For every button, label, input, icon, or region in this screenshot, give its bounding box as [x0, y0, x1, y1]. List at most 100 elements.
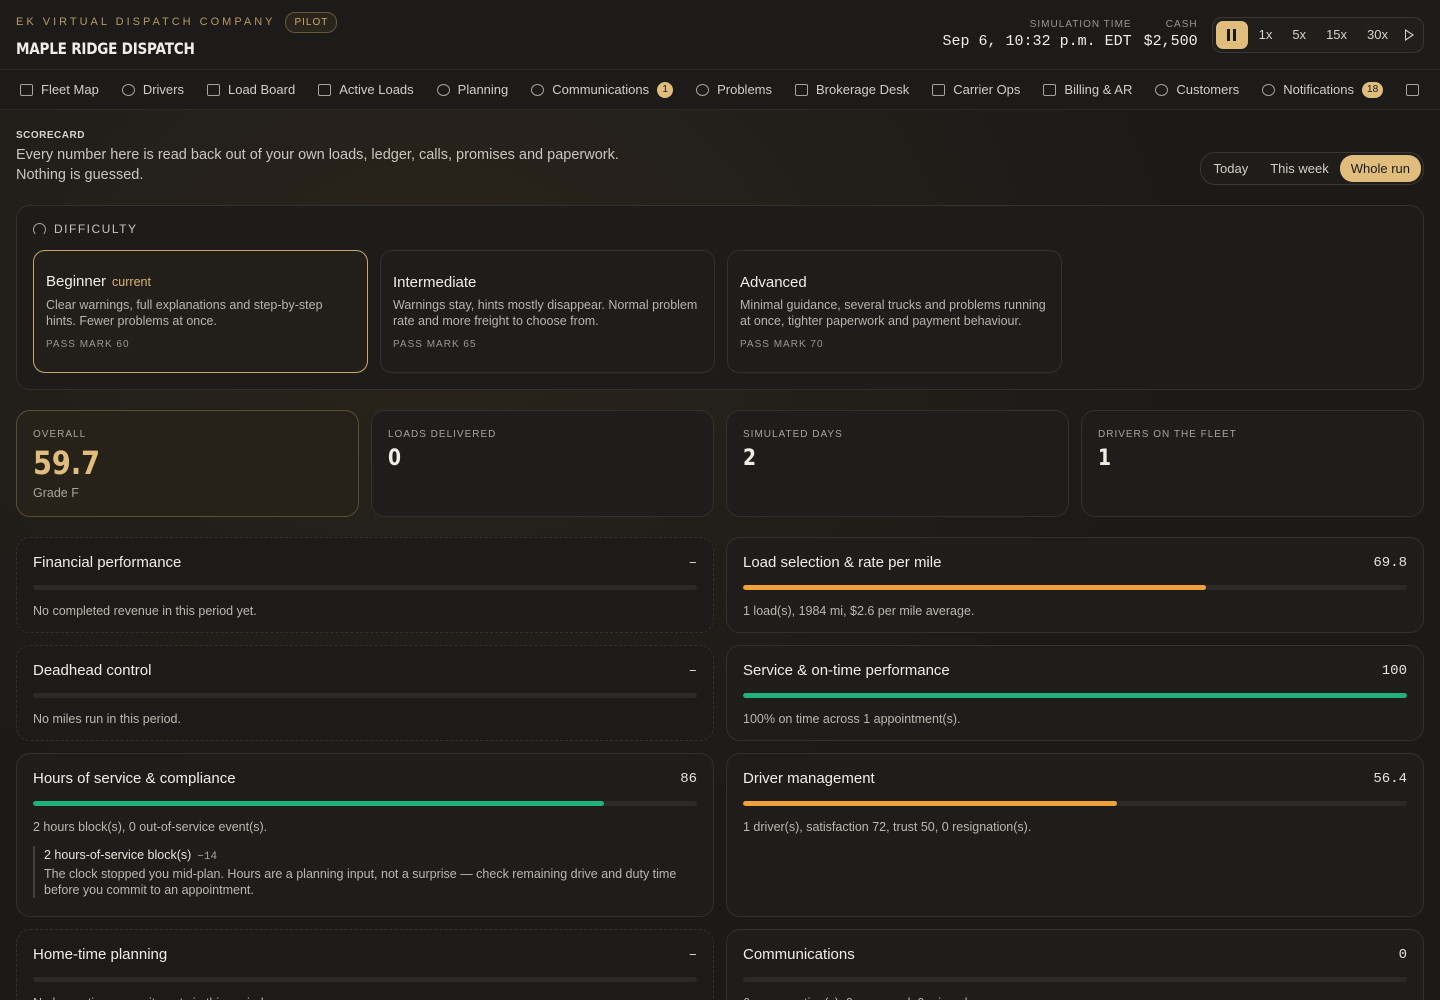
metric-card: Home-time planning – No home-time commitme…	[16, 929, 714, 1000]
metric-bar	[33, 801, 697, 806]
metric-bar-fill	[743, 801, 1118, 806]
metric-bar	[743, 693, 1407, 698]
nav-notifications[interactable]: Notifications 18	[1262, 81, 1384, 98]
section-kicker: SCORECARD	[16, 130, 85, 141]
company-name: EK VIRTUAL DISPATCH COMPANY	[16, 16, 276, 28]
period-week-button[interactable]: This week	[1259, 155, 1340, 182]
nav-fleet-map[interactable]: Fleet Map	[20, 82, 99, 97]
metric-note: No miles run in this period.	[33, 712, 181, 726]
pilot-badge: PILOT	[285, 11, 338, 33]
alert-icon	[696, 83, 710, 96]
difficulty-panel: DIFFICULTY Beginner current Clear warning…	[16, 205, 1424, 390]
metric-bar	[743, 977, 1407, 982]
metric-note: No home-time commitments in this period.	[33, 996, 697, 1000]
nav-customers[interactable]: Customers	[1155, 82, 1239, 97]
kpi-drivers: DRIVERS ON THE FLEET 1	[1081, 410, 1424, 517]
metric-bar	[33, 977, 697, 982]
pause-icon	[1227, 28, 1231, 41]
speed-1x-button[interactable]: 1x	[1250, 21, 1282, 48]
metric-title: Home-time planning	[33, 946, 168, 963]
metric-title: Communications	[743, 946, 855, 963]
nav-active-loads[interactable]: Active Loads	[318, 82, 414, 97]
metric-card: Communications 0 6 conversation(s), 0 answ…	[726, 929, 1424, 1000]
map-icon	[20, 83, 33, 96]
metric-note: 2 hours block(s), 0 out-of-service event…	[33, 820, 268, 834]
metric-score: 86	[680, 770, 697, 787]
metric-bar	[743, 801, 1407, 806]
metric-grid: Financial performance – No completed reven…	[16, 537, 1424, 1000]
compass-icon	[436, 83, 450, 96]
metric-title: Financial performance	[33, 554, 182, 571]
kpi-overall: OVERALL 59.7 Grade F	[16, 410, 359, 517]
metric-bar-fill	[33, 801, 605, 806]
metric-score: 100	[1381, 662, 1407, 679]
metric-note: No completed revenue in this period yet.	[33, 604, 257, 618]
metric-card: Service & on-time performance 100 100% on …	[726, 645, 1424, 741]
nav-communications[interactable]: Communications 1	[531, 81, 674, 98]
difficulty-title: DIFFICULTY	[54, 222, 138, 236]
period-today-button[interactable]: Today	[1203, 155, 1260, 182]
speed-30x-button[interactable]: 30x	[1358, 21, 1397, 48]
nav-carrier-ops[interactable]: Carrier Ops	[932, 82, 1020, 97]
gauge-icon	[33, 222, 46, 236]
clipboard-icon	[206, 83, 220, 96]
metric-score: 0	[1398, 946, 1407, 963]
invoice-icon	[1043, 83, 1057, 96]
kpi-row: OVERALL 59.7 Grade F LOADS DELIVERED 0 S…	[16, 410, 1424, 517]
kpi-simulated-days: SIMULATED DAYS 2	[726, 410, 1069, 517]
metric-title: Driver management	[743, 770, 875, 787]
headset-icon	[531, 83, 545, 96]
speed-5x-button[interactable]: 5x	[1283, 21, 1315, 48]
metric-note: 1 load(s), 1984 mi, $2.6 per mile averag…	[743, 604, 975, 618]
nav-brokerage-desk[interactable]: Brokerage Desk	[795, 82, 909, 97]
kpi-loads-delivered: LOADS DELIVERED 0	[371, 410, 714, 517]
nav-planning[interactable]: Planning	[436, 82, 508, 97]
communications-badge: 1	[657, 81, 674, 98]
difficulty-beginner[interactable]: Beginner current Clear warnings, full exp…	[33, 250, 368, 373]
building-icon	[1406, 83, 1420, 96]
metric-score: 56.4	[1373, 770, 1407, 787]
metric-note: 6 conversation(s), 0 answered, 0 missed.	[743, 996, 1407, 1000]
speed-15x-button[interactable]: 15x	[1317, 21, 1356, 48]
briefcase-icon	[795, 83, 809, 96]
metric-score: –	[688, 662, 697, 679]
nav-drivers[interactable]: Drivers	[121, 82, 184, 97]
handshake-icon	[1155, 83, 1169, 96]
period-toggle: Today This week Whole run	[1199, 152, 1424, 185]
metric-card: Load selection & rate per mile 69.8 1 load…	[726, 537, 1424, 633]
metric-note: 100% on time across 1 appointment(s).	[743, 712, 961, 726]
speed-control: 1x 5x 15x 30x	[1211, 16, 1424, 53]
metric-score: –	[688, 946, 697, 963]
metric-card: Hours of service & compliance 86 2 hours b…	[16, 753, 714, 917]
metric-bar	[743, 585, 1407, 590]
metric-bar	[33, 585, 697, 590]
metric-card: Driver management 56.4 1 driver(s), satisf…	[726, 753, 1424, 917]
metric-note: 1 driver(s), satisfaction 72, trust 50, …	[743, 820, 1032, 834]
brand: EK VIRTUAL DISPATCH COMPANY PILOT MAPLE …	[16, 11, 338, 58]
nav-billing-ar[interactable]: Billing & AR	[1043, 82, 1132, 97]
play-icon[interactable]	[1405, 28, 1414, 41]
metric-bar	[33, 693, 697, 698]
difficulty-advanced[interactable]: Advanced Minimal guidance, several truck…	[727, 250, 1062, 373]
metric-score: –	[688, 554, 697, 571]
users-icon	[121, 83, 135, 96]
metric-card: Financial performance – No completed reven…	[16, 537, 714, 633]
nav-load-board[interactable]: Load Board	[206, 82, 295, 97]
metric-score: 69.8	[1373, 554, 1407, 571]
metric-title: Service & on-time performance	[743, 662, 950, 679]
metric-bar-fill	[743, 585, 1207, 590]
difficulty-intermediate[interactable]: Intermediate Warnings stay, hints mostly…	[380, 250, 715, 373]
metric-bar-fill	[743, 693, 1407, 698]
cash-balance: CASH $2,500	[1143, 19, 1198, 50]
nav-overflow[interactable]	[1406, 83, 1420, 96]
scorecard-page: SCORECARD Every number here is read back…	[0, 110, 1440, 1000]
metric-title: Load selection & rate per mile	[743, 554, 942, 571]
pause-button[interactable]	[1215, 20, 1248, 49]
period-whole-run-button[interactable]: Whole run	[1339, 155, 1421, 182]
metric-card: Deadhead control – No miles run in this pe…	[16, 645, 714, 741]
app-title: MAPLE RIDGE DISPATCH	[16, 38, 195, 58]
nav-problems[interactable]: Problems	[696, 82, 772, 97]
metric-title: Hours of service & compliance	[33, 770, 236, 787]
main-nav: Fleet Map Drivers Load Board Active Load…	[0, 70, 1440, 110]
document-icon	[932, 83, 946, 96]
